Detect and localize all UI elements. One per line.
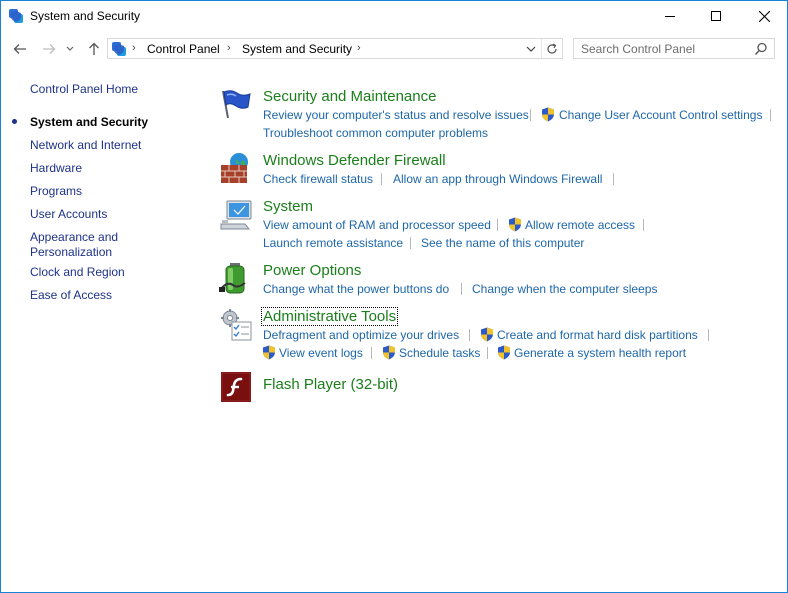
category-title-flash-player[interactable]: Flash Player (32-bit): [263, 376, 398, 393]
sidebar-item-ease-of-access[interactable]: Ease of Access: [30, 288, 112, 303]
firewall-icon[interactable]: [219, 151, 253, 185]
chevron-down-icon: [66, 46, 74, 51]
up-button[interactable]: [84, 39, 104, 59]
maximize-button[interactable]: [693, 1, 739, 31]
computer-icon[interactable]: [219, 198, 253, 232]
control-panel-icon: [112, 42, 126, 56]
sidebar-item-network-and-internet[interactable]: Network and Internet: [30, 138, 141, 153]
link-power-buttons[interactable]: Change what the power buttons do: [263, 282, 449, 296]
link-change-uac-settings[interactable]: Change User Account Control settings: [559, 108, 762, 122]
search-box: [573, 38, 775, 59]
chevron-down-icon: [526, 46, 536, 52]
link-generate-health-report[interactable]: Generate a system health report: [514, 346, 686, 360]
sidebar-item-personalization[interactable]: Personalization: [30, 245, 112, 260]
category-title-security-and-maintenance[interactable]: Security and Maintenance: [263, 88, 436, 105]
link-see-computer-name[interactable]: See the name of this computer: [421, 236, 584, 250]
breadcrumb-control-panel[interactable]: Control Panel: [147, 42, 220, 56]
link-launch-remote-assistance[interactable]: Launch remote assistance: [263, 236, 403, 250]
sidebar-control-panel-home[interactable]: Control Panel Home: [30, 82, 138, 97]
window-title: System and Security: [30, 9, 141, 23]
back-arrow-icon: [13, 44, 26, 54]
category-title-system[interactable]: System: [263, 198, 313, 215]
recent-locations-button[interactable]: [63, 39, 77, 59]
link-separator: [497, 219, 498, 231]
flash-icon[interactable]: [221, 372, 251, 402]
link-view-ram-processor[interactable]: View amount of RAM and processor speed: [263, 218, 491, 232]
link-review-status[interactable]: Review your computer's status and resolv…: [263, 108, 529, 122]
control-panel-icon: [9, 9, 23, 23]
sidebar-item-clock-and-region[interactable]: Clock and Region: [30, 265, 125, 280]
breadcrumb-separator[interactable]: ›: [357, 42, 361, 54]
link-create-format-partitions[interactable]: Create and format hard disk partitions: [497, 328, 698, 342]
search-input[interactable]: [574, 39, 757, 58]
link-allow-remote-access[interactable]: Allow remote access: [525, 218, 635, 232]
link-separator: [530, 109, 531, 121]
link-defragment-drives[interactable]: Defragment and optimize your drives: [263, 328, 459, 342]
sidebar-item-programs[interactable]: Programs: [30, 184, 82, 199]
shield-icon: [263, 345, 275, 360]
shield-icon: [498, 345, 510, 360]
shield-icon: [542, 107, 554, 122]
link-schedule-tasks[interactable]: Schedule tasks: [399, 346, 480, 360]
current-item-bullet: [12, 119, 17, 124]
sidebar-item-hardware[interactable]: Hardware: [30, 161, 82, 176]
category-title-administrative-tools[interactable]: Administrative Tools: [260, 307, 399, 326]
battery-icon[interactable]: [219, 261, 253, 295]
category-title-power-options[interactable]: Power Options: [263, 262, 361, 279]
link-view-event-logs[interactable]: View event logs: [279, 346, 363, 360]
link-separator: [613, 173, 614, 185]
link-separator: [487, 347, 488, 359]
link-allow-app-through-firewall[interactable]: Allow an app through Windows Firewall: [393, 172, 602, 186]
address-bar[interactable]: › Control Panel › System and Security ›: [107, 38, 563, 59]
sidebar-item-appearance[interactable]: Appearance and: [30, 230, 118, 245]
link-separator: [461, 283, 462, 295]
link-troubleshoot[interactable]: Troubleshoot common computer problems: [263, 126, 488, 140]
shield-icon: [481, 327, 493, 342]
shield-icon: [383, 345, 395, 360]
link-separator: [371, 347, 372, 359]
link-separator: [708, 329, 709, 341]
search-icon[interactable]: [754, 42, 768, 56]
refresh-icon: [547, 42, 557, 54]
forward-arrow-icon: [43, 44, 56, 54]
link-separator: [770, 109, 771, 121]
link-separator: [469, 329, 470, 341]
forward-button[interactable]: [39, 39, 59, 59]
close-icon: [758, 10, 770, 22]
link-separator: [643, 219, 644, 231]
link-separator: [410, 237, 411, 249]
breadcrumb-separator[interactable]: ›: [227, 42, 231, 54]
shield-icon: [509, 217, 521, 232]
minimize-icon: [665, 16, 675, 17]
address-dropdown-button[interactable]: [522, 39, 540, 58]
window: System and Security › Control Panel › Sy…: [0, 0, 788, 593]
up-arrow-icon: [89, 42, 99, 55]
refresh-button[interactable]: [541, 39, 562, 58]
admin-tools-icon[interactable]: [219, 308, 253, 342]
title-bar: System and Security: [1, 1, 787, 31]
back-button[interactable]: [10, 39, 30, 59]
breadcrumb-separator[interactable]: ›: [132, 42, 136, 54]
category-title-windows-defender-firewall[interactable]: Windows Defender Firewall: [263, 152, 446, 169]
close-button[interactable]: [741, 1, 787, 31]
sidebar-item-user-accounts[interactable]: User Accounts: [30, 207, 107, 222]
flag-icon[interactable]: [219, 87, 253, 121]
sidebar-item-system-and-security: System and Security: [30, 115, 149, 129]
link-computer-sleeps[interactable]: Change when the computer sleeps: [472, 282, 657, 296]
breadcrumb-system-and-security[interactable]: System and Security: [242, 42, 352, 56]
minimize-button[interactable]: [647, 1, 693, 31]
maximize-icon: [711, 11, 721, 21]
link-check-firewall-status[interactable]: Check firewall status: [263, 172, 373, 186]
link-separator: [381, 173, 382, 185]
